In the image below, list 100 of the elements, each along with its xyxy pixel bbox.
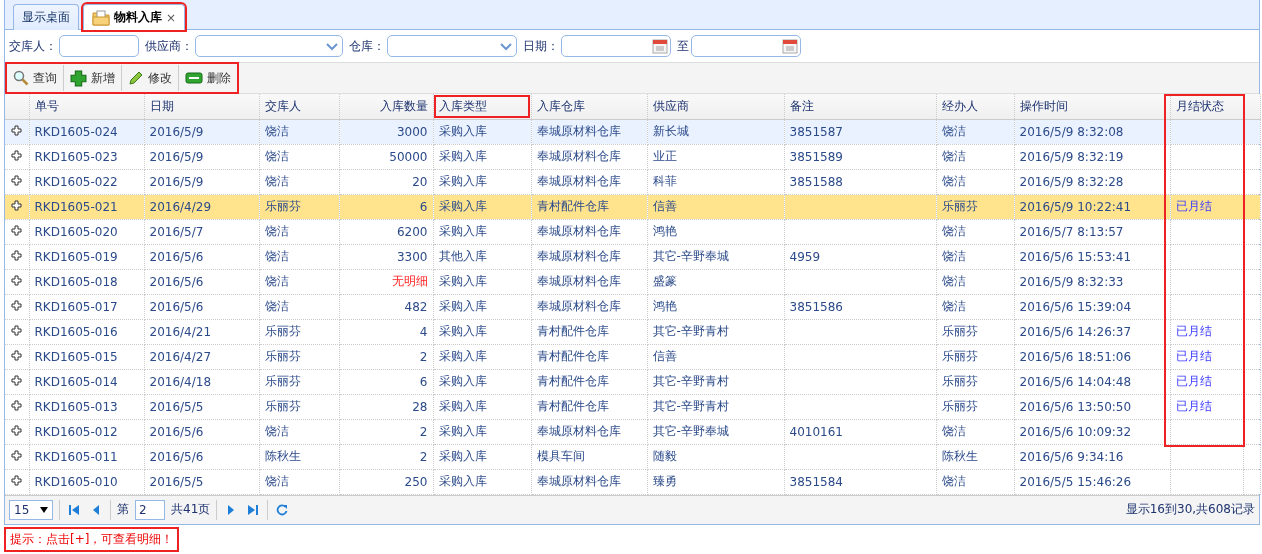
table-cell: 采购入库 <box>438 199 487 213</box>
expand-icon[interactable] <box>11 374 23 386</box>
column-header[interactable]: 交库人 <box>259 94 339 119</box>
expand-icon[interactable] <box>11 424 23 436</box>
table-cell: 青村配件仓库 <box>536 399 609 413</box>
search-icon <box>13 70 29 86</box>
table-row[interactable]: RKD1605-013 2016/5/5 乐丽芬 28 采购入库 青村配件仓库 其它-辛野青村 乐丽芬 2016/5/6 13:50:50 已月结 <box>5 394 1261 419</box>
expand-icon[interactable] <box>11 274 23 286</box>
column-header[interactable]: 操作时间 <box>1014 94 1170 119</box>
table-cell: 2016/5/9 <box>149 149 204 164</box>
table-cell: 饶洁 <box>264 274 289 288</box>
expand-icon[interactable] <box>11 349 23 361</box>
table-row[interactable]: RKD1605-022 2016/5/9 饶洁 20 采购入库 奉城原材料仓库 科菲 3851588 饶洁 2016/5/9 8:32:28 <box>5 169 1261 194</box>
expand-icon[interactable] <box>11 149 23 161</box>
tab[interactable]: 显示桌面 <box>13 4 79 30</box>
expand-icon[interactable] <box>11 174 23 186</box>
close-icon[interactable]: × <box>166 10 177 25</box>
table-cell: 6 <box>419 374 428 389</box>
column-header[interactable]: 备注 <box>784 94 936 119</box>
page-number-field[interactable]: 2 <box>135 499 165 520</box>
toolbar-button[interactable]: 查询 <box>7 65 64 91</box>
toolbar-button[interactable]: 修改 <box>122 65 179 91</box>
expand-icon[interactable] <box>11 324 23 336</box>
column-header[interactable]: 单号 <box>29 94 144 119</box>
expand-icon[interactable] <box>11 249 23 261</box>
expand-icon[interactable] <box>11 199 23 211</box>
table-cell: 3851584 <box>789 474 843 489</box>
select-field[interactable] <box>387 35 517 57</box>
table-cell: 3851587 <box>789 124 843 139</box>
expand-icon[interactable] <box>11 224 23 236</box>
table-cell: 饶洁 <box>264 124 289 138</box>
column-header[interactable]: 供应商 <box>647 94 784 119</box>
column-header[interactable]: 入库数量 <box>339 94 433 119</box>
last-page-icon[interactable] <box>247 503 260 516</box>
table-row[interactable]: RKD1605-021 2016/4/29 乐丽芬 6 采购入库 青村配件仓库 信善 乐丽芬 2016/5/9 10:22:41 已月结 <box>5 194 1261 219</box>
filter-label: 日期： <box>523 37 559 55</box>
table-cell: RKD1605-024 <box>34 124 118 139</box>
table-cell: 2016/5/5 <box>149 399 204 414</box>
table-row[interactable]: RKD1605-024 2016/5/9 饶洁 3000 采购入库 奉城原材料仓库 新长城 3851587 饶洁 2016/5/9 8:32:08 <box>5 119 1261 144</box>
table-cell: RKD1605-020 <box>34 224 118 239</box>
table-cell: 无明细 <box>391 274 428 288</box>
expand-icon[interactable] <box>11 449 23 461</box>
first-page-icon[interactable] <box>68 503 80 516</box>
table-row[interactable]: RKD1605-018 2016/5/6 饶洁 无明细 采购入库 奉城原材料仓库 盛篆 饶洁 2016/5/9 8:32:33 <box>5 269 1261 294</box>
expand-icon[interactable] <box>11 124 23 136</box>
toolbar-button[interactable]: 新增 <box>64 65 122 91</box>
select-field[interactable] <box>195 35 343 57</box>
calendar-icon[interactable] <box>652 38 668 54</box>
table-cell: 2016/5/6 15:53:41 <box>1019 249 1132 264</box>
table-cell: RKD1605-010 <box>34 474 118 489</box>
table-cell: 已月结 <box>1175 324 1212 338</box>
table-cell: 4010161 <box>789 424 843 439</box>
table-row[interactable]: RKD1605-011 2016/5/6 陈秋生 2 采购入库 模具车间 随毅 陈秋生 2016/5/6 9:34:16 <box>5 444 1261 469</box>
toolbar-button[interactable]: 删除 <box>179 65 237 91</box>
date-field[interactable] <box>691 35 801 57</box>
text-field[interactable] <box>59 35 139 57</box>
table-row[interactable]: RKD1605-023 2016/5/9 饶洁 50000 采购入库 奉城原材料仓库 业正 3851589 饶洁 2016/5/9 8:32:19 <box>5 144 1261 169</box>
calendar-icon[interactable] <box>782 38 798 54</box>
table-cell: 2016/5/9 10:22:41 <box>1019 199 1132 214</box>
filter-label: 供应商： <box>145 37 193 55</box>
table-row[interactable]: RKD1605-020 2016/5/7 饶洁 6200 采购入库 奉城原材料仓库 鸿艳 饶洁 2016/5/7 8:13:57 <box>5 219 1261 244</box>
tab[interactable]: 物料入库 × <box>83 4 186 30</box>
table-cell: 采购入库 <box>438 299 487 313</box>
table-row[interactable]: RKD1605-017 2016/5/6 饶洁 482 采购入库 奉城原材料仓库 鸿艳 3851586 饶洁 2016/5/6 15:39:04 <box>5 294 1261 319</box>
date-field[interactable] <box>561 35 671 57</box>
table-row[interactable]: RKD1605-014 2016/4/18 乐丽芬 6 采购入库 青村配件仓库 其它-辛野青村 乐丽芬 2016/5/6 14:04:48 已月结 <box>5 369 1261 394</box>
pencil-icon <box>128 70 144 86</box>
table-row[interactable]: RKD1605-015 2016/4/27 乐丽芬 2 采购入库 青村配件仓库 信善 乐丽芬 2016/5/6 18:51:06 已月结 <box>5 344 1261 369</box>
table-cell: 鸿艳 <box>652 299 677 313</box>
table-cell: 饶洁 <box>264 474 289 488</box>
table-cell: 乐丽芬 <box>264 374 301 388</box>
table-cell: 2016/5/9 8:32:28 <box>1019 174 1124 189</box>
table-cell: 饶洁 <box>941 274 966 288</box>
table-row[interactable]: RKD1605-010 2016/5/5 饶洁 250 采购入库 奉城原材料仓库 臻勇 3851584 饶洁 2016/5/5 15:46:26 <box>5 469 1261 494</box>
table-cell: 2016/5/6 10:09:32 <box>1019 424 1132 439</box>
table-cell: RKD1605-015 <box>34 349 118 364</box>
column-header[interactable]: 入库仓库 <box>531 94 647 119</box>
table-cell: 其它-辛野青村 <box>652 324 729 338</box>
expand-icon[interactable] <box>11 399 23 411</box>
table-row[interactable]: RKD1605-012 2016/5/6 饶洁 2 采购入库 奉城原材料仓库 其它-辛野奉城 4010161 饶洁 2016/5/6 10:09:32 <box>5 419 1261 444</box>
column-header[interactable]: 经办人 <box>936 94 1014 119</box>
refresh-icon[interactable] <box>276 503 289 516</box>
table-row[interactable]: RKD1605-019 2016/5/6 饶洁 3300 其他入库 奉城原材料仓库 其它-辛野奉城 4959 饶洁 2016/5/6 15:53:41 <box>5 244 1261 269</box>
column-header[interactable]: 入库类型 <box>433 94 531 119</box>
table-cell: 已月结 <box>1175 349 1212 363</box>
expand-icon[interactable] <box>11 474 23 486</box>
expand-icon[interactable] <box>11 299 23 311</box>
table-cell: 陈秋生 <box>264 449 301 463</box>
table-row[interactable]: RKD1605-016 2016/4/21 乐丽芬 4 采购入库 青村配件仓库 其它-辛野青村 乐丽芬 2016/5/6 14:26:37 已月结 <box>5 319 1261 344</box>
table-cell: 2016/5/6 13:50:50 <box>1019 399 1132 414</box>
folder-icon <box>92 9 110 26</box>
table-cell: 其他入库 <box>438 249 487 263</box>
table-cell: 奉城原材料仓库 <box>536 424 621 438</box>
table-cell: 青村配件仓库 <box>536 324 609 338</box>
column-header[interactable]: 日期 <box>144 94 259 119</box>
page-size-select[interactable]: 15 <box>9 499 53 520</box>
page-label: 第 <box>117 501 129 518</box>
table-cell: 2 <box>419 349 428 364</box>
table-cell: 采购入库 <box>438 399 487 413</box>
table-cell: 乐丽芬 <box>941 399 978 413</box>
